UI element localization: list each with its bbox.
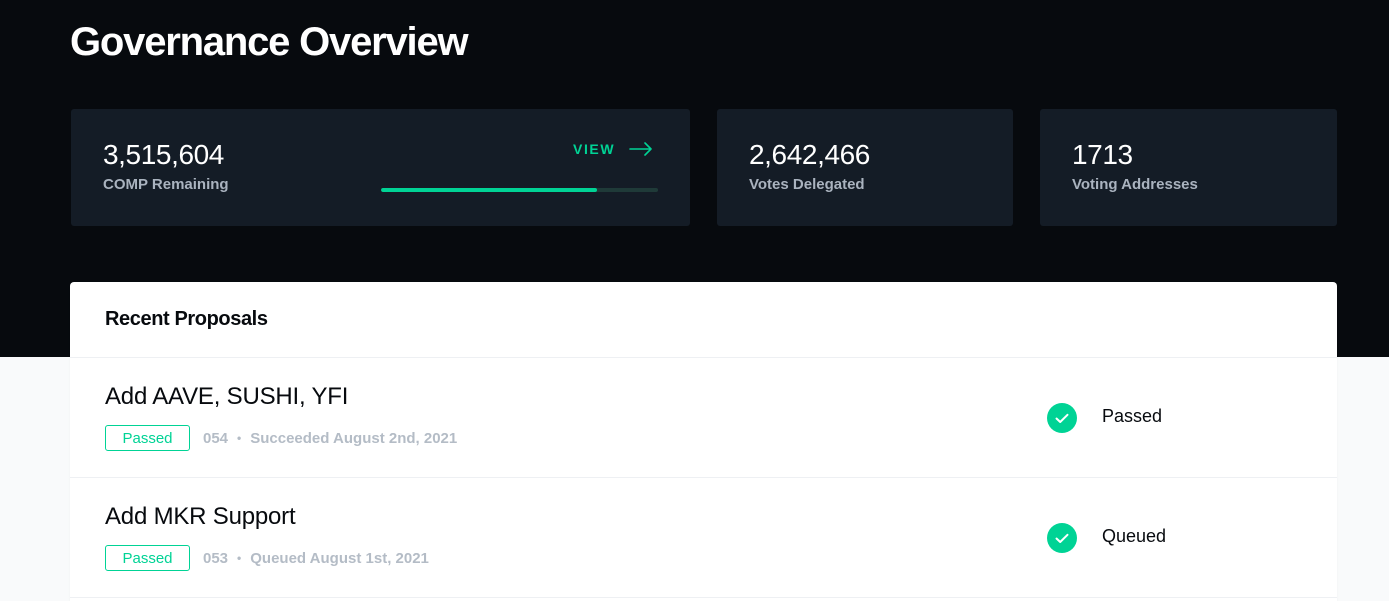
comp-distribution-progress [381,188,658,192]
arrow-right-icon [629,142,652,156]
proposal-status-badge: Passed [105,425,190,451]
proposal-detail: Queued August 1st, 2021 [250,549,429,567]
voting-addresses-value: 1713 [1072,139,1133,170]
proposal-id: 054 [203,429,229,447]
proposal-id: 053 [203,549,229,567]
proposal-meta-text: 054 • Succeeded August 2nd, 2021 [203,430,457,447]
recent-proposals-card: Recent Proposals Add AAVE, SUSHI, YFI Pa… [70,282,1337,601]
proposal-meta-text: 053 • Queued August 1st, 2021 [203,550,429,567]
proposal-status-badge: Passed [105,545,190,571]
proposal-state-label: Passed [1102,406,1163,426]
comp-remaining-label: COMP Remaining [103,176,229,193]
recent-proposals-title: Recent Proposals [105,308,268,330]
comp-remaining-card: 3,515,604 COMP Remaining VIEW [71,109,690,226]
proposal-detail: Succeeded August 2nd, 2021 [250,429,458,447]
comp-distribution-progress-fill [381,188,598,192]
proposal-title: Add MKR Support [105,503,296,530]
meta-separator-dot: • [237,431,242,445]
votes-delegated-value: 2,642,466 [749,139,870,170]
proposal-row[interactable]: Add MKR Support Passed 053 • Queued Augu… [70,478,1337,598]
check-circle-icon [1047,523,1077,553]
voting-addresses-card: 1713 Voting Addresses [1040,109,1337,226]
votes-delegated-card: 2,642,466 Votes Delegated [717,109,1013,226]
voting-addresses-label: Voting Addresses [1072,176,1198,193]
page-title: Governance Overview [70,20,469,64]
recent-proposals-header: Recent Proposals [70,282,1337,358]
comp-remaining-value: 3,515,604 [103,139,224,170]
proposal-state-label: Queued [1102,526,1167,546]
proposal-meta: Passed 054 • Succeeded August 2nd, 2021 [105,425,457,451]
check-circle-icon [1047,403,1077,433]
proposal-title: Add AAVE, SUSHI, YFI [105,383,349,410]
meta-separator-dot: • [237,551,242,565]
view-link[interactable]: VIEW [573,137,653,161]
votes-delegated-label: Votes Delegated [749,176,865,193]
proposal-meta: Passed 053 • Queued August 1st, 2021 [105,545,429,571]
proposal-row[interactable]: Add AAVE, SUSHI, YFI Passed 054 • Succee… [70,358,1337,478]
view-link-label: VIEW [573,141,616,157]
